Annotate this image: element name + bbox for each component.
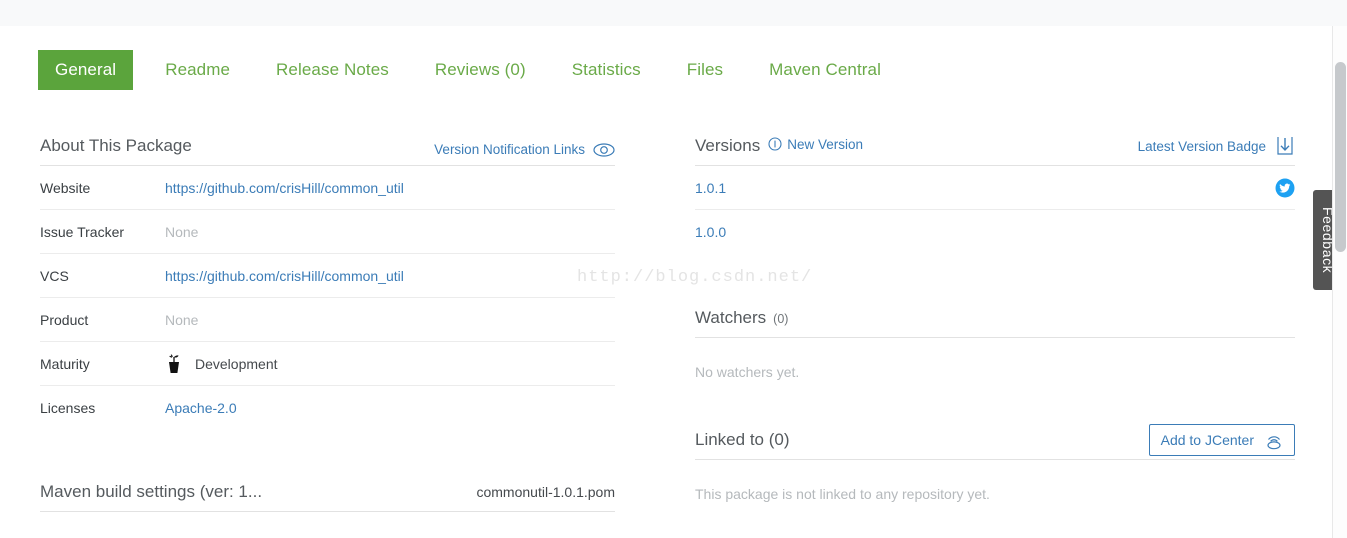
latest-version-badge-button[interactable]: Latest Version Badge <box>1138 135 1295 157</box>
add-to-jcenter-button[interactable]: Add to JCenter <box>1148 424 1295 456</box>
eye-icon <box>593 142 615 157</box>
tab-readme[interactable]: Readme <box>151 50 244 90</box>
version-link-1-0-1[interactable]: 1.0.1 <box>695 180 726 196</box>
download-icon <box>1275 135 1295 157</box>
version-notification-links-label: Version Notification Links <box>434 142 585 157</box>
watchers-empty-note: No watchers yet. <box>695 364 800 380</box>
broadcast-icon <box>1263 430 1285 450</box>
watchers-header: Watchers (0) <box>695 308 1295 338</box>
version-link-1-0-0[interactable]: 1.0.0 <box>695 224 726 240</box>
detail-row-maturity: Maturity Development <box>40 342 615 386</box>
detail-row-website: Website https://github.com/crisHill/comm… <box>40 166 615 210</box>
add-to-jcenter-label: Add to JCenter <box>1160 432 1254 448</box>
new-version-button[interactable]: New Version <box>768 137 863 152</box>
linked-to-title: Linked to (0) <box>695 430 790 449</box>
version-row: 1.0.0 <box>695 210 1295 254</box>
tab-statistics[interactable]: Statistics <box>558 50 655 90</box>
watchers-title: Watchers <box>695 308 767 327</box>
detail-key: Issue Tracker <box>40 223 125 240</box>
about-title: About This Package <box>40 136 192 155</box>
detail-row-product: Product None <box>40 298 615 342</box>
detail-row-vcs: VCS https://github.com/crisHill/common_u… <box>40 254 615 298</box>
top-strip <box>0 0 1347 26</box>
detail-key: Maturity <box>40 355 90 372</box>
twitter-icon[interactable] <box>1275 178 1295 198</box>
version-notification-links[interactable]: Version Notification Links <box>434 142 615 157</box>
detail-row-licenses: Licenses Apache-2.0 <box>40 386 615 430</box>
detail-key: VCS <box>40 267 69 284</box>
about-header: About This Package Version Notification … <box>40 136 615 166</box>
version-row: 1.0.1 <box>695 166 1295 210</box>
tab-files[interactable]: Files <box>673 50 737 90</box>
maven-build-settings-title[interactable]: Maven build settings (ver: 1... <box>40 482 262 502</box>
right-panel: Versions New Version Latest Version Badg… <box>695 136 1295 502</box>
linked-to-header: Linked to (0) Add to JCenter <box>695 424 1295 460</box>
left-spacer <box>40 430 615 482</box>
right-spacer-b <box>695 380 1295 430</box>
detail-value-licenses[interactable]: Apache-2.0 <box>165 400 237 416</box>
detail-value-maturity-wrap: Development <box>165 352 278 376</box>
tab-maven-central[interactable]: Maven Central <box>755 50 895 90</box>
about-this-package-panel: About This Package Version Notification … <box>40 136 615 512</box>
plus-circle-icon <box>768 137 782 151</box>
tab-reviews[interactable]: Reviews (0) <box>421 50 540 90</box>
detail-key: Licenses <box>40 400 96 416</box>
linked-to-empty-note: This package is not linked to any reposi… <box>695 486 990 502</box>
latest-version-badge-label: Latest Version Badge <box>1137 138 1266 154</box>
detail-value-product: None <box>165 311 199 328</box>
detail-key: Website <box>40 179 91 196</box>
watchers-count: (0) <box>773 312 789 326</box>
versions-title: Versions <box>695 136 761 155</box>
detail-row-issue-tracker: Issue Tracker None <box>40 210 615 254</box>
tab-release-notes[interactable]: Release Notes <box>262 50 403 90</box>
scrollbar-thumb[interactable] <box>1335 62 1346 252</box>
seedling-icon <box>165 352 183 376</box>
maven-build-settings-row: Maven build settings (ver: 1... commonut… <box>40 482 615 512</box>
maven-pom-filename[interactable]: commonutil-1.0.1.pom <box>476 484 615 500</box>
detail-value-issue-tracker: None <box>165 223 199 240</box>
detail-key: Product <box>40 311 89 328</box>
right-spacer-a <box>695 254 1295 308</box>
detail-value-maturity: Development <box>195 355 278 372</box>
tab-bar: General Readme Release Notes Reviews (0)… <box>38 50 895 90</box>
detail-value-vcs[interactable]: https://github.com/crisHill/common_util <box>165 268 404 284</box>
versions-header: Versions New Version Latest Version Badg… <box>695 136 1295 166</box>
new-version-label: New Version <box>787 136 863 152</box>
page-root: General Readme Release Notes Reviews (0)… <box>0 0 1347 538</box>
detail-value-website[interactable]: https://github.com/crisHill/common_util <box>165 180 404 196</box>
tab-general[interactable]: General <box>38 50 134 90</box>
scrollbar-track[interactable] <box>1332 26 1347 538</box>
